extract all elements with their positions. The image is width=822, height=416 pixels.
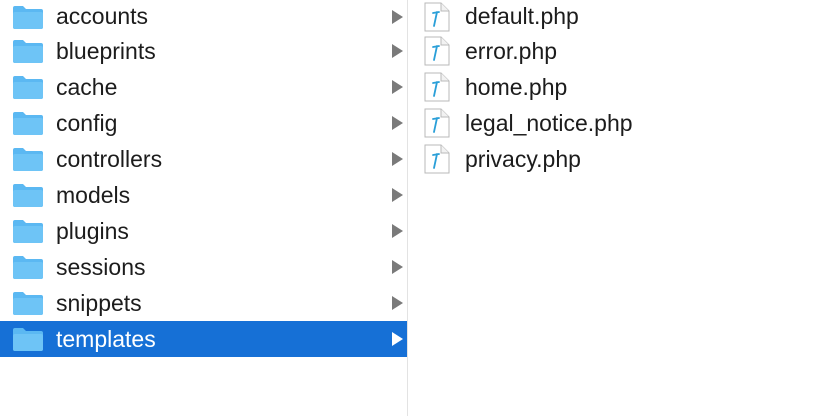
finder-column-view: accounts blueprints cache config control… <box>0 0 822 416</box>
folder-icon <box>13 40 43 63</box>
folder-icon <box>13 256 43 279</box>
folder-label: plugins <box>56 217 129 244</box>
folder-icon <box>13 112 43 135</box>
chevron-right-icon <box>392 332 403 346</box>
folder-row-plugins[interactable]: plugins <box>0 213 407 249</box>
chevron-right-icon <box>392 260 403 274</box>
folder-row-sessions[interactable]: sessions <box>0 249 407 285</box>
file-row-legal-notice[interactable]: legal_notice.php <box>408 105 822 141</box>
file-label: error.php <box>465 37 558 64</box>
file-label: home.php <box>465 73 568 100</box>
folder-label: blueprints <box>56 37 156 64</box>
folder-label: cache <box>56 73 118 100</box>
file-row-privacy[interactable]: privacy.php <box>408 141 822 177</box>
folder-row-config[interactable]: config <box>0 105 407 141</box>
folder-row-blueprints[interactable]: blueprints <box>0 33 407 69</box>
file-row-default[interactable]: default.php <box>408 0 822 33</box>
php-file-icon <box>424 144 450 174</box>
folder-icon <box>13 148 43 171</box>
php-file-icon <box>424 2 450 31</box>
folder-row-cache[interactable]: cache <box>0 69 407 105</box>
folder-label: config <box>56 109 118 136</box>
file-label: legal_notice.php <box>465 109 633 136</box>
folder-row-accounts[interactable]: accounts <box>0 0 407 33</box>
folder-label: templates <box>56 325 156 352</box>
folder-label: snippets <box>56 289 142 316</box>
folder-row-templates[interactable]: templates <box>0 321 407 357</box>
folder-row-models[interactable]: models <box>0 177 407 213</box>
folder-row-snippets[interactable]: snippets <box>0 285 407 321</box>
folder-icon <box>13 292 43 315</box>
folder-label: models <box>56 181 131 208</box>
chevron-right-icon <box>392 9 403 24</box>
chevron-right-icon <box>392 152 403 166</box>
folder-label: accounts <box>56 3 149 29</box>
folder-icon <box>13 184 43 207</box>
chevron-right-icon <box>392 224 403 238</box>
folder-label: sessions <box>56 253 146 280</box>
php-file-icon <box>424 72 450 102</box>
folder-icon <box>13 220 43 243</box>
chevron-right-icon <box>392 188 403 202</box>
php-file-icon <box>424 108 450 138</box>
folders-column[interactable]: accounts blueprints cache config control… <box>0 0 408 416</box>
file-row-error[interactable]: error.php <box>408 33 822 69</box>
folder-icon <box>13 328 43 351</box>
file-label: privacy.php <box>465 145 581 172</box>
chevron-right-icon <box>392 116 403 130</box>
folder-row-controllers[interactable]: controllers <box>0 141 407 177</box>
chevron-right-icon <box>392 296 403 310</box>
folder-label: controllers <box>56 145 163 172</box>
chevron-right-icon <box>392 80 403 94</box>
chevron-right-icon <box>392 44 403 58</box>
file-row-home[interactable]: home.php <box>408 69 822 105</box>
folder-icon <box>13 76 43 99</box>
folder-icon <box>13 5 43 29</box>
files-column[interactable]: default.php error.php home.php legal_not… <box>408 0 822 416</box>
php-file-icon <box>424 36 450 66</box>
file-label: default.php <box>465 3 579 29</box>
